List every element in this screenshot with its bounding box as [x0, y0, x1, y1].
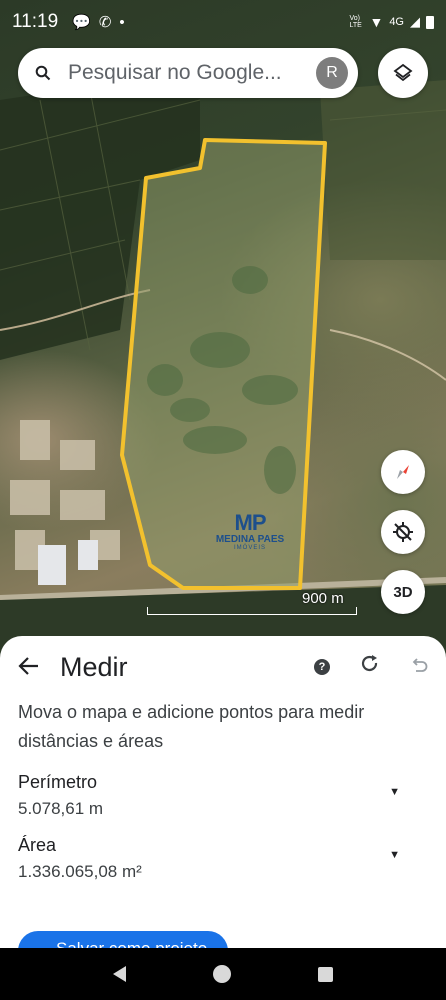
nav-back-icon[interactable]: [113, 966, 127, 982]
watermark-name: MEDINA PAES: [215, 534, 285, 545]
wifi-icon: ▼: [369, 14, 384, 30]
scale-bar: [147, 607, 357, 615]
status-right: Vo) LTE ▼ 4G ◢: [349, 14, 434, 30]
layers-icon: [393, 63, 413, 82]
nav-home-icon[interactable]: [212, 965, 231, 983]
back-arrow-icon[interactable]: [18, 652, 60, 683]
perimeter-value: 5.078,61 m: [18, 799, 104, 818]
instructions-text: Mova o mapa e adicione pontos para medir…: [18, 702, 365, 751]
status-time: 11:19: [12, 11, 59, 32]
scale-label: 900 m: [302, 590, 344, 607]
compass-icon: [397, 465, 409, 479]
notification-dot-icon: •: [119, 13, 125, 31]
watermark-logo: MP MEDINA PAES IMÓVEIS: [205, 510, 295, 551]
header-actions: ?: [314, 654, 428, 680]
volte-label: Vo) LTE: [349, 15, 362, 29]
chat-notification-icon: 💬: [72, 14, 91, 31]
search-icon[interactable]: [18, 65, 68, 81]
nav-recents-icon[interactable]: [317, 966, 333, 982]
search-input[interactable]: Pesquisar no Google...: [68, 61, 316, 85]
battery-icon: [426, 15, 434, 29]
location-off-icon: [393, 522, 413, 542]
save-project-button[interactable]: Salvar como projeto: [18, 931, 228, 948]
layers-button[interactable]: [378, 48, 428, 98]
satellite-imagery: [0, 70, 446, 660]
measure-sheet: Medir ? Mova o mapa e adicione pontos pa…: [0, 636, 446, 948]
compass-button[interactable]: [381, 450, 425, 494]
signal-icon: ◢: [410, 14, 420, 29]
area-section[interactable]: Área 1.336.065,08 m² ▼: [0, 835, 446, 882]
3d-button[interactable]: 3D: [381, 570, 425, 614]
dropdown-icon[interactable]: ▼: [389, 849, 400, 861]
help-icon[interactable]: ?: [314, 659, 330, 675]
map-view[interactable]: MP MEDINA PAES IMÓVEIS 900 m: [0, 0, 446, 660]
search-bar[interactable]: Pesquisar no Google... R: [18, 48, 358, 98]
avatar[interactable]: R: [316, 57, 348, 89]
area-label: Área: [18, 835, 57, 855]
undo-icon[interactable]: [410, 656, 428, 679]
area-value: 1.336.065,08 m²: [18, 862, 142, 881]
system-nav-bar: [0, 948, 446, 1000]
sheet-header: Medir ?: [0, 636, 446, 698]
dropdown-icon[interactable]: ▼: [389, 786, 400, 798]
sheet-title: Medir: [60, 651, 128, 682]
network-type: 4G: [389, 16, 404, 28]
perimeter-label: Perímetro: [18, 772, 98, 792]
redo-icon[interactable]: [360, 654, 380, 680]
status-bar: 11:19 💬 ✆ • Vo) LTE ▼ 4G ◢: [0, 0, 446, 44]
perimeter-section[interactable]: Perímetro 5.078,61 m ▼: [0, 772, 446, 819]
location-button[interactable]: [381, 510, 425, 554]
watermark-mark: MP: [234, 510, 267, 535]
watermark-subtitle: IMÓVEIS: [233, 545, 266, 551]
whatsapp-notification-icon: ✆: [98, 14, 112, 31]
